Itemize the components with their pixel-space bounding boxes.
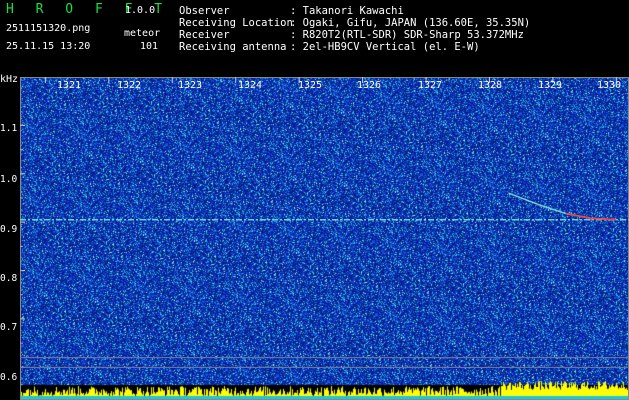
x-tick-label: 1329 — [538, 80, 563, 91]
x-tick-label: 1324 — [238, 80, 263, 91]
x-tick-label: 1323 — [178, 80, 203, 91]
x-tick-label: 1330 — [597, 80, 622, 91]
waterfall-plot — [20, 77, 629, 400]
date-time: 25.11.15 13:20 — [6, 41, 91, 52]
x-tick-label: 1326 — [357, 80, 382, 91]
antenna-label: Receiving antenna — [179, 41, 287, 53]
x-tick-label: 1325 — [298, 80, 323, 91]
event-count: 101 — [140, 41, 159, 52]
header-panel: H R O F F T 1.0.0 2511151320.png meteor … — [0, 0, 629, 74]
meteor-echo-core — [565, 212, 617, 221]
x-tick-label: 1321 — [57, 80, 82, 91]
y-tick-label: 0.7 — [0, 322, 18, 333]
plot-overlay — [20, 77, 629, 400]
x-tick-label: 1328 — [478, 80, 503, 91]
antenna-value: : 2el-HB9CV Vertical (el. E-W) — [290, 41, 480, 53]
y-axis-unit: kHz — [0, 74, 19, 85]
y-tick-label: 1.0 — [0, 174, 18, 185]
y-tick-label: 0.8 — [0, 273, 18, 284]
meteor-echo-trace — [508, 192, 617, 221]
app-version: 1.0.0 — [125, 5, 156, 16]
plot-frame — [20, 77, 629, 400]
x-tick-label: 1322 — [117, 80, 142, 91]
y-tick-label: 1.1 — [0, 123, 18, 134]
file-name: 2511151320.png — [6, 23, 91, 34]
y-tick-label: 0.6 — [0, 372, 18, 383]
mode-label: meteor — [124, 28, 161, 39]
y-tick-label: 0.9 — [0, 224, 18, 235]
x-tick-label: 1327 — [418, 80, 443, 91]
